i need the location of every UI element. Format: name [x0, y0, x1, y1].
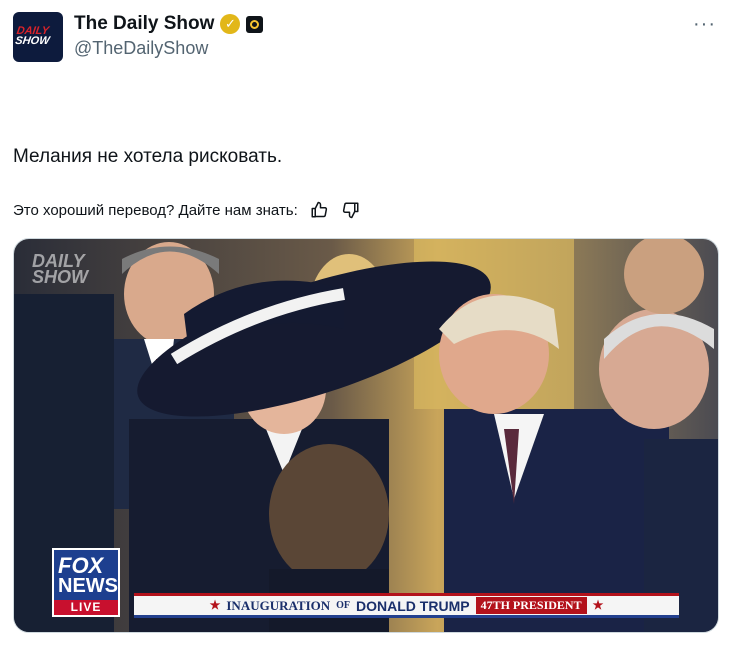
fox-news-live-logo: FOX NEWS LIVE	[52, 548, 120, 617]
fox-logo-line2: NEWS	[58, 575, 118, 597]
fox-logo-live: LIVE	[54, 600, 118, 615]
star-icon: ★	[592, 598, 604, 612]
news-ticker: ★ INAUGURATION OF DONALD TRUMP 47TH PRES…	[134, 593, 679, 618]
avatar-logo: DAILY SHOW	[14, 25, 52, 47]
avatar[interactable]: DAILY SHOW	[13, 12, 63, 62]
thumbs-down-icon[interactable]	[340, 199, 362, 221]
ticker-part2: OF	[336, 600, 351, 611]
name-row: The Daily Show ✓	[74, 13, 264, 35]
watermark-line2: SHOW	[32, 267, 88, 287]
ticker-part1: INAUGURATION	[226, 597, 331, 613]
daily-show-watermark: DAILY SHOW	[32, 252, 88, 287]
translation-prompt: Это хороший перевод? Дайте нам знать:	[13, 201, 298, 219]
avatar-logo-line2: SHOW	[14, 35, 51, 47]
account-handle[interactable]: @TheDailyShow	[74, 38, 208, 59]
ticker-badge: 47TH PRESIDENT	[475, 597, 587, 614]
tweet-text: Мелания не хотела рисковать.	[13, 146, 283, 167]
thumbs-up-icon[interactable]	[308, 199, 330, 221]
translation-feedback: Это хороший перевод? Дайте нам знать:	[13, 199, 362, 221]
display-name[interactable]: The Daily Show	[74, 13, 214, 35]
ticker-part3: DONALD TRUMP	[356, 597, 470, 614]
verified-badge-icon[interactable]: ✓	[220, 14, 241, 34]
star-icon: ★	[209, 598, 221, 612]
more-options-icon[interactable]: ···	[693, 14, 716, 34]
tweet-media-video[interactable]: DAILY SHOW FOX NEWS LIVE ★ INAUGURATION …	[13, 238, 719, 633]
affiliate-badge-icon[interactable]	[246, 15, 264, 33]
